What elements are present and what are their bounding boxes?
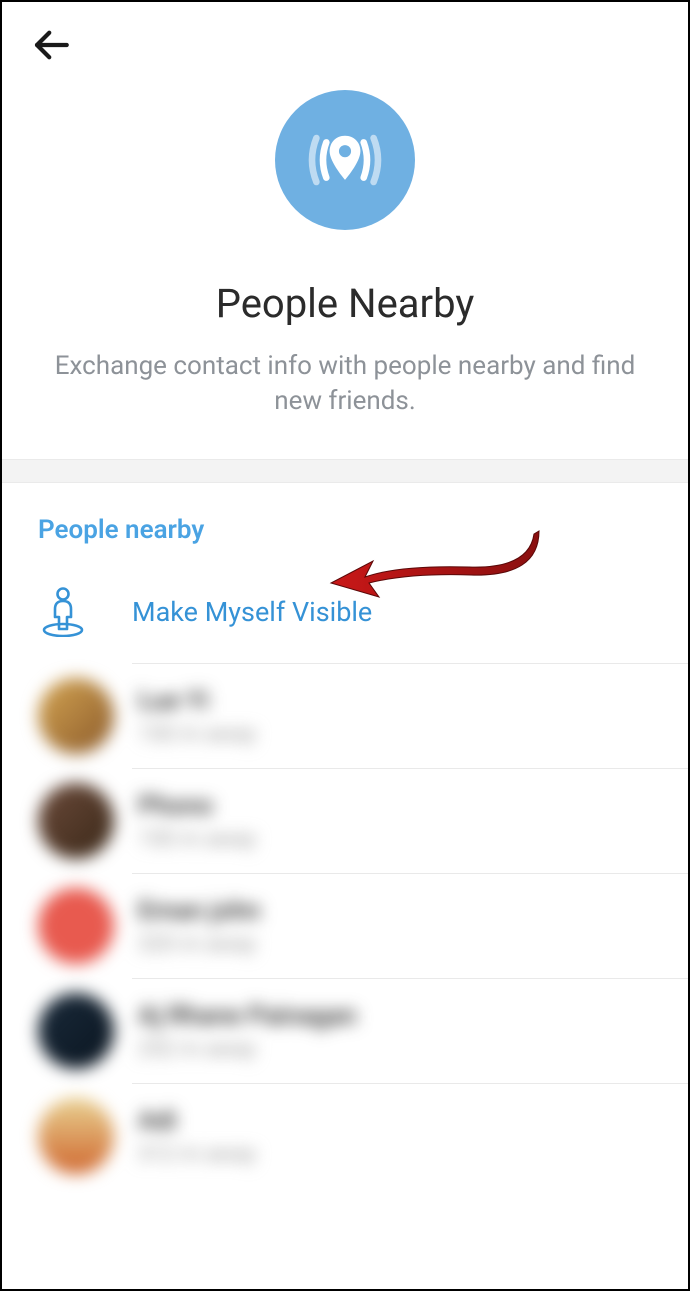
person-info: Phono 150 m away (138, 791, 256, 852)
person-row[interactable]: Phono 150 m away (2, 769, 688, 873)
make-visible-label: Make Myself Visible (132, 596, 372, 628)
person-location-icon (38, 587, 88, 637)
person-distance: 150 m away (138, 827, 256, 852)
avatar (38, 993, 114, 1069)
person-info: Aj Rhane Painagan 252 m away (138, 1001, 357, 1062)
avatar (38, 678, 114, 754)
avatar (38, 783, 114, 859)
person-distance: 320 m away (138, 932, 260, 957)
person-row[interactable]: Lue Yi 150 m away (2, 664, 688, 768)
arrow-left-icon (30, 24, 72, 66)
person-row[interactable]: Eman john 320 m away (2, 874, 688, 978)
person-name: Adi (138, 1106, 256, 1136)
person-name: Lue Yi (138, 686, 256, 716)
location-broadcast-icon (275, 90, 415, 230)
header-area: People Nearby Exchange contact info with… (2, 2, 688, 459)
page-title: People Nearby (2, 280, 688, 327)
person-name: Aj Rhane Painagan (138, 1001, 357, 1031)
person-name: Eman john (138, 896, 260, 926)
person-distance: 312 m away (138, 1142, 256, 1167)
person-name: Phono (138, 791, 256, 821)
person-row[interactable]: Aj Rhane Painagan 252 m away (2, 979, 688, 1083)
hero-icon-container (2, 90, 688, 230)
person-info: Lue Yi 150 m away (138, 686, 256, 747)
person-info: Adi 312 m away (138, 1106, 256, 1167)
make-visible-button[interactable]: Make Myself Visible (2, 569, 688, 663)
avatar (38, 888, 114, 964)
section-header: People nearby (2, 483, 688, 569)
page-subtitle: Exchange contact info with people nearby… (2, 349, 688, 419)
person-distance: 252 m away (138, 1037, 357, 1062)
person-row[interactable]: Adi 312 m away (2, 1084, 688, 1188)
section-divider (2, 459, 688, 483)
back-button[interactable] (2, 2, 100, 76)
person-distance: 150 m away (138, 722, 256, 747)
avatar (38, 1098, 114, 1174)
list-section: People nearby Make Myself Visible Lue Yi… (2, 483, 688, 1188)
person-info: Eman john 320 m away (138, 896, 260, 957)
